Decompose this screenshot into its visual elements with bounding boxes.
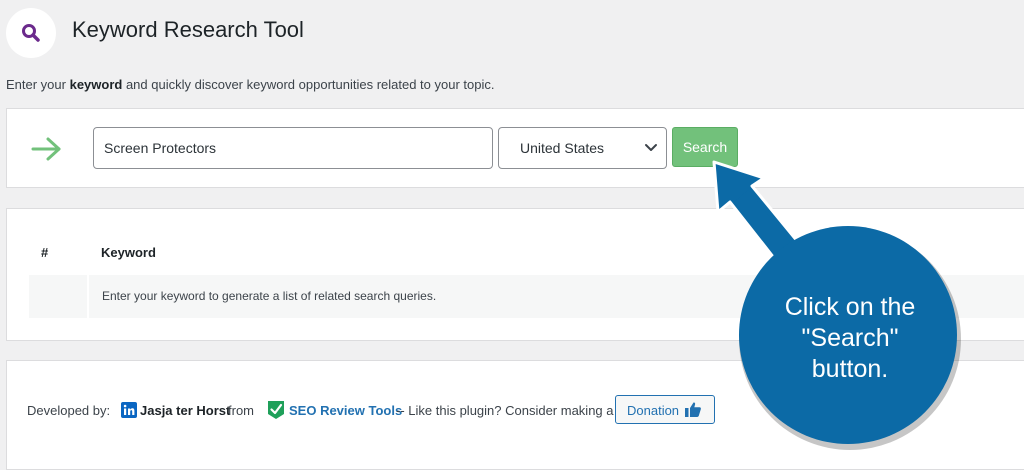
column-header-keyword: Keyword xyxy=(101,245,156,260)
page-title: Keyword Research Tool xyxy=(72,17,304,42)
developed-by-label: Developed by: xyxy=(27,403,111,418)
country-select[interactable]: United States xyxy=(498,127,667,169)
magnifier-icon xyxy=(22,24,40,42)
callout-text: Click on the "Search" button. xyxy=(740,292,960,385)
intro-text: Enter your keyword and quickly discover … xyxy=(6,77,494,92)
intro-bold: keyword xyxy=(69,77,123,92)
page-header: Keyword Research Tool xyxy=(0,0,1024,70)
linkedin-icon[interactable] xyxy=(121,402,137,418)
country-select-value: United States xyxy=(520,140,605,156)
column-header-number: # xyxy=(41,245,49,260)
arrow-right-icon xyxy=(31,137,61,161)
donation-label: Donation xyxy=(627,403,680,418)
intro-suffix: and quickly discover keyword opportuniti… xyxy=(122,77,495,92)
keyword-input[interactable] xyxy=(93,127,493,169)
from-text: from xyxy=(228,403,254,418)
empty-message: Enter your keyword to generate a list of… xyxy=(102,289,437,303)
callout-line-2: "Search" xyxy=(801,324,899,352)
row-divider xyxy=(87,275,89,318)
author-link[interactable]: Jasja ter Horst xyxy=(140,403,230,418)
plugin-logo xyxy=(6,8,56,58)
chevron-down-icon xyxy=(645,144,657,151)
callout-line-3: button. xyxy=(811,355,889,383)
intro-prefix: Enter your xyxy=(6,77,70,92)
like-plugin-text: -- Like this plugin? Consider making a xyxy=(396,403,614,418)
seo-review-tools-icon xyxy=(268,401,284,419)
seo-review-tools-link[interactable]: SEO Review Tools xyxy=(289,403,402,418)
callout-line-1: Click on the xyxy=(784,293,916,321)
